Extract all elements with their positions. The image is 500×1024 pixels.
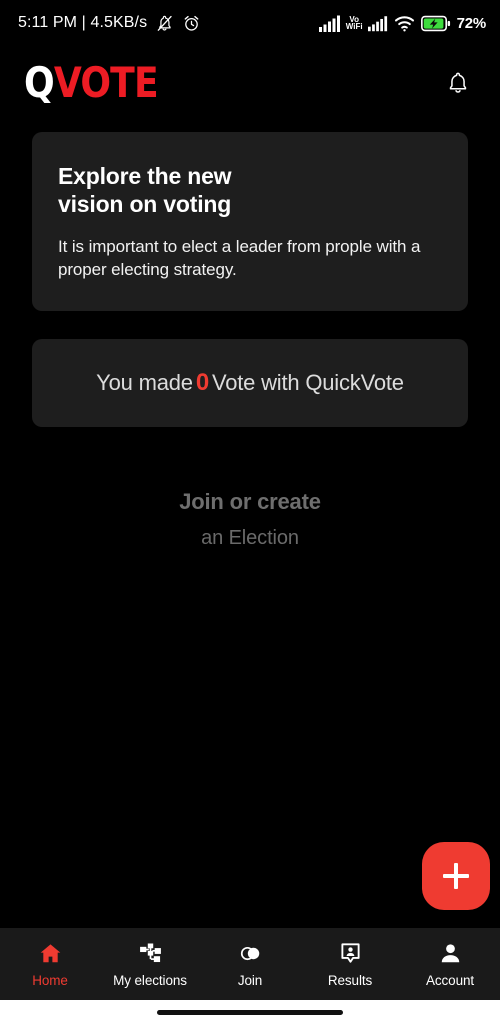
create-election-fab[interactable] bbox=[422, 842, 490, 910]
battery-charging-icon bbox=[420, 15, 450, 31]
nav-label-home: Home bbox=[32, 972, 68, 988]
logo-q: Q bbox=[24, 58, 55, 107]
nav-label-join: Join bbox=[237, 972, 263, 988]
nav-label-results: Results bbox=[327, 972, 373, 988]
signal-bars-icon bbox=[318, 15, 340, 32]
person-speech-bubble-icon bbox=[340, 942, 360, 963]
battery-percentage: 72% bbox=[456, 14, 487, 32]
wifi-icon bbox=[394, 15, 414, 31]
nav-item-home[interactable]: Home bbox=[0, 928, 100, 1000]
vowifi-line2: WiFi bbox=[345, 22, 363, 31]
nav-item-account[interactable]: Account bbox=[400, 928, 500, 1000]
bottom-navigation: Home My elections Join Results Account bbox=[0, 928, 500, 1000]
app-header: QVOTE bbox=[0, 46, 500, 120]
logo-vote: VOTE bbox=[53, 58, 159, 107]
org-chart-icon bbox=[139, 943, 161, 962]
nav-item-results[interactable]: Results bbox=[300, 928, 400, 1000]
vote-stats-suffix: Vote with QuickVote bbox=[211, 369, 404, 395]
status-bar-text: 5:11 PM | 4.5KB/s bbox=[18, 14, 148, 31]
hero-body: It is important to elect a leader from p… bbox=[58, 237, 421, 279]
alarm-clock-icon bbox=[184, 15, 199, 31]
person-icon bbox=[441, 943, 459, 962]
vote-stats-text: You made 0 Vote with QuickVote bbox=[96, 369, 404, 397]
empty-state-title: Join or create bbox=[179, 488, 321, 514]
app-logo: QVOTE bbox=[24, 62, 159, 104]
gesture-pill[interactable] bbox=[157, 1009, 343, 1015]
status-bar-left: 5:11 PM | 4.5KB/s bbox=[18, 14, 201, 33]
bell-icon bbox=[449, 72, 467, 93]
bell-slash-icon bbox=[157, 15, 172, 31]
status-bar-right: Vo WiFi 72% bbox=[318, 14, 487, 32]
empty-state: Join or create an Election bbox=[32, 489, 468, 550]
signal-bars-icon bbox=[367, 15, 387, 31]
nav-label-account: Account bbox=[425, 972, 475, 988]
vote-stats-card[interactable]: You made 0 Vote with QuickVote bbox=[32, 338, 468, 427]
main-content: Explore the new vision on voting It is i… bbox=[0, 120, 500, 928]
vowifi-label: Vo WiFi bbox=[345, 15, 363, 31]
plus-icon-vertical bbox=[454, 863, 458, 889]
system-gesture-bar bbox=[0, 1000, 500, 1024]
nav-label-my-elections: My elections bbox=[113, 972, 187, 988]
nav-item-join[interactable]: Join bbox=[200, 928, 300, 1000]
home-icon bbox=[40, 943, 60, 962]
venn-circles-icon bbox=[240, 946, 259, 960]
hero-title: Explore the new vision on voting bbox=[58, 163, 232, 218]
nav-item-my-elections[interactable]: My elections bbox=[100, 928, 200, 1000]
notifications-button[interactable] bbox=[438, 63, 478, 103]
app-screen: 5:11 PM | 4.5KB/s Vo WiFi 72% QVOTE Expl… bbox=[0, 0, 500, 1024]
status-bar: 5:11 PM | 4.5KB/s Vo WiFi 72% bbox=[0, 0, 500, 46]
hero-card[interactable]: Explore the new vision on voting It is i… bbox=[32, 132, 468, 311]
empty-state-subtitle: an Election bbox=[201, 526, 299, 549]
vote-stats-prefix: You made bbox=[96, 369, 193, 395]
vote-count: 0 bbox=[195, 368, 209, 396]
